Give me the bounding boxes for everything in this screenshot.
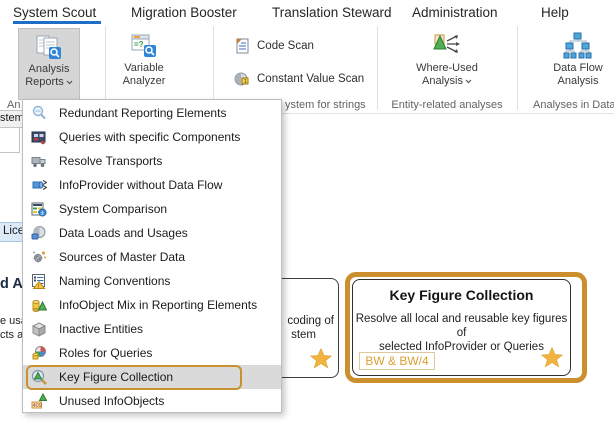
chevron-down-icon [465, 79, 472, 84]
dropdown-menu-list: Redundant Reporting Elements Queries with… [23, 101, 281, 413]
menu-item-redundant-reporting-elements[interactable]: Redundant Reporting Elements [23, 101, 281, 125]
application-window: System Scout Migration Booster Translati… [0, 0, 614, 425]
code-scan-icon [234, 38, 250, 54]
data-flow-analysis-button[interactable]: Data Flow Analysis [545, 28, 611, 98]
menu-item-naming-conventions[interactable]: ! Naming Conventions [23, 269, 281, 293]
group-label-entity-analyses: Entity-related analyses [377, 99, 517, 111]
unused-infoobjects-icon: 409 [31, 393, 47, 409]
analysis-reports-button[interactable]: Analysis Reports [18, 28, 80, 100]
constant-value-icon: 1 [234, 71, 250, 87]
menu-item-key-figure-collection[interactable]: Key Figure Collection [23, 365, 281, 389]
analysis-reports-label-1: Analysis [29, 63, 70, 75]
menu-item-resolve-transports[interactable]: Resolve Transports [23, 149, 281, 173]
code-scan-button[interactable]: Code Scan [234, 36, 314, 56]
toolbar-fragment [0, 127, 20, 153]
ribbon-separator [213, 26, 214, 110]
feature-card-description: Resolve all local and reusable key figur… [353, 312, 570, 354]
where-used-analysis-button[interactable]: Where-Used Analysis [410, 28, 484, 98]
section-heading-fragment: d A [0, 276, 23, 292]
feature-card-key-figure-collection[interactable]: Key Figure Collection Resolve all local … [352, 279, 571, 376]
ribbon-separator [377, 26, 378, 110]
menu-item-label: Redundant Reporting Elements [59, 106, 226, 120]
naming-warning-icon: ! [31, 273, 47, 289]
analysis-reports-dropdown-menu: Redundant Reporting Elements Queries with… [22, 99, 282, 413]
svg-text:=?: =? [134, 40, 144, 49]
magnifier-icon [31, 105, 47, 121]
menu-item-queries-with-specific-components[interactable]: Queries with specific Components [23, 125, 281, 149]
menu-item-system-comparison[interactable]: ± System Comparison [23, 197, 281, 221]
star-icon[interactable] [540, 346, 564, 369]
group-label-data-flow: Analyses in Data [533, 99, 614, 111]
group-label-scan-system: ystem for strings [285, 99, 366, 111]
menu-item-roles-for-queries[interactable]: Roles for Queries [23, 341, 281, 365]
infoprovider-flow-icon [31, 177, 47, 193]
tab-administration[interactable]: Administration [412, 5, 498, 20]
card-text-fragment: cts a [0, 329, 23, 341]
bw-version-badge: BW & BW/4 [359, 352, 435, 370]
menu-item-label: Naming Conventions [59, 274, 170, 288]
table-magnifier-icon: =? [129, 32, 159, 60]
inactive-cube-icon [31, 321, 47, 337]
menu-item-label: InfoProvider without Data Flow [59, 178, 222, 192]
chevron-down-icon [66, 80, 73, 85]
where-used-icon [432, 32, 462, 60]
star-icon[interactable] [309, 347, 333, 370]
menu-item-inactive-entities[interactable]: Inactive Entities [23, 317, 281, 341]
menu-item-label: InfoObject Mix in Reporting Elements [59, 298, 257, 312]
partial-card-text: stem [291, 329, 316, 341]
svg-text:409: 409 [33, 403, 42, 409]
master-data-icon [31, 249, 47, 265]
roles-pie-icon [31, 345, 47, 361]
menu-item-label: Roles for Queries [59, 346, 152, 360]
ribbon-separator [517, 26, 518, 110]
menu-item-label: Unused InfoObjects [59, 394, 164, 408]
code-scan-label: Code Scan [257, 40, 314, 52]
tab-translation-steward[interactable]: Translation Steward [272, 5, 392, 20]
menu-item-unused-infoobjects[interactable]: 409 Unused InfoObjects [23, 389, 281, 413]
data-flow-label-1: Data Flow [553, 62, 603, 74]
menu-item-label: Queries with specific Components [59, 130, 240, 144]
where-used-label-1: Where-Used [416, 62, 478, 74]
svg-text:1: 1 [244, 79, 247, 85]
data-loads-icon [31, 225, 47, 241]
feature-card-title: Key Figure Collection [353, 287, 570, 303]
variable-analyzer-button[interactable]: =? Variable Analyzer [110, 28, 178, 98]
menu-item-label: Inactive Entities [59, 322, 143, 336]
tab-help[interactable]: Help [541, 5, 569, 20]
ribbon-separator [105, 26, 106, 110]
tab-system-scout[interactable]: System Scout [13, 5, 96, 20]
analysis-reports-label-2: Reports [25, 76, 64, 88]
active-tab-underline [13, 21, 101, 24]
variable-analyzer-label-1: Variable [124, 62, 164, 74]
menu-item-infoobject-mix-in-reporting-elements[interactable]: InfoObject Mix in Reporting Elements [23, 293, 281, 317]
menu-item-label: Resolve Transports [59, 154, 162, 168]
where-used-label-2: Analysis [422, 75, 463, 87]
key-figure-magnifier-icon [31, 369, 47, 385]
data-flow-icon [563, 32, 593, 60]
partial-card-text: coding of [287, 315, 334, 327]
menu-item-label: Sources of Master Data [59, 250, 185, 264]
system-comparison-icon: ± [31, 201, 47, 217]
data-flow-label-2: Analysis [558, 75, 599, 87]
menu-item-label: Key Figure Collection [59, 370, 173, 384]
menu-item-sources-of-master-data[interactable]: Sources of Master Data [23, 245, 281, 269]
tab-migration-booster[interactable]: Migration Booster [131, 5, 237, 20]
menu-item-infoprovider-without-data-flow[interactable]: InfoProvider without Data Flow [23, 173, 281, 197]
variable-analyzer-label-2: Analyzer [123, 75, 166, 87]
transport-truck-icon [31, 153, 47, 169]
menu-item-label: Data Loads and Usages [59, 226, 188, 240]
infoobject-mix-icon [31, 297, 47, 313]
query-components-icon [31, 129, 47, 145]
reports-magnifier-icon [34, 33, 64, 61]
menu-item-label: System Comparison [59, 202, 167, 216]
constant-value-scan-button[interactable]: 1 Constant Value Scan [234, 69, 364, 89]
constant-value-scan-label: Constant Value Scan [257, 73, 364, 85]
title-bar-fragment: stem [0, 110, 23, 128]
menu-item-data-loads-and-usages[interactable]: Data Loads and Usages [23, 221, 281, 245]
